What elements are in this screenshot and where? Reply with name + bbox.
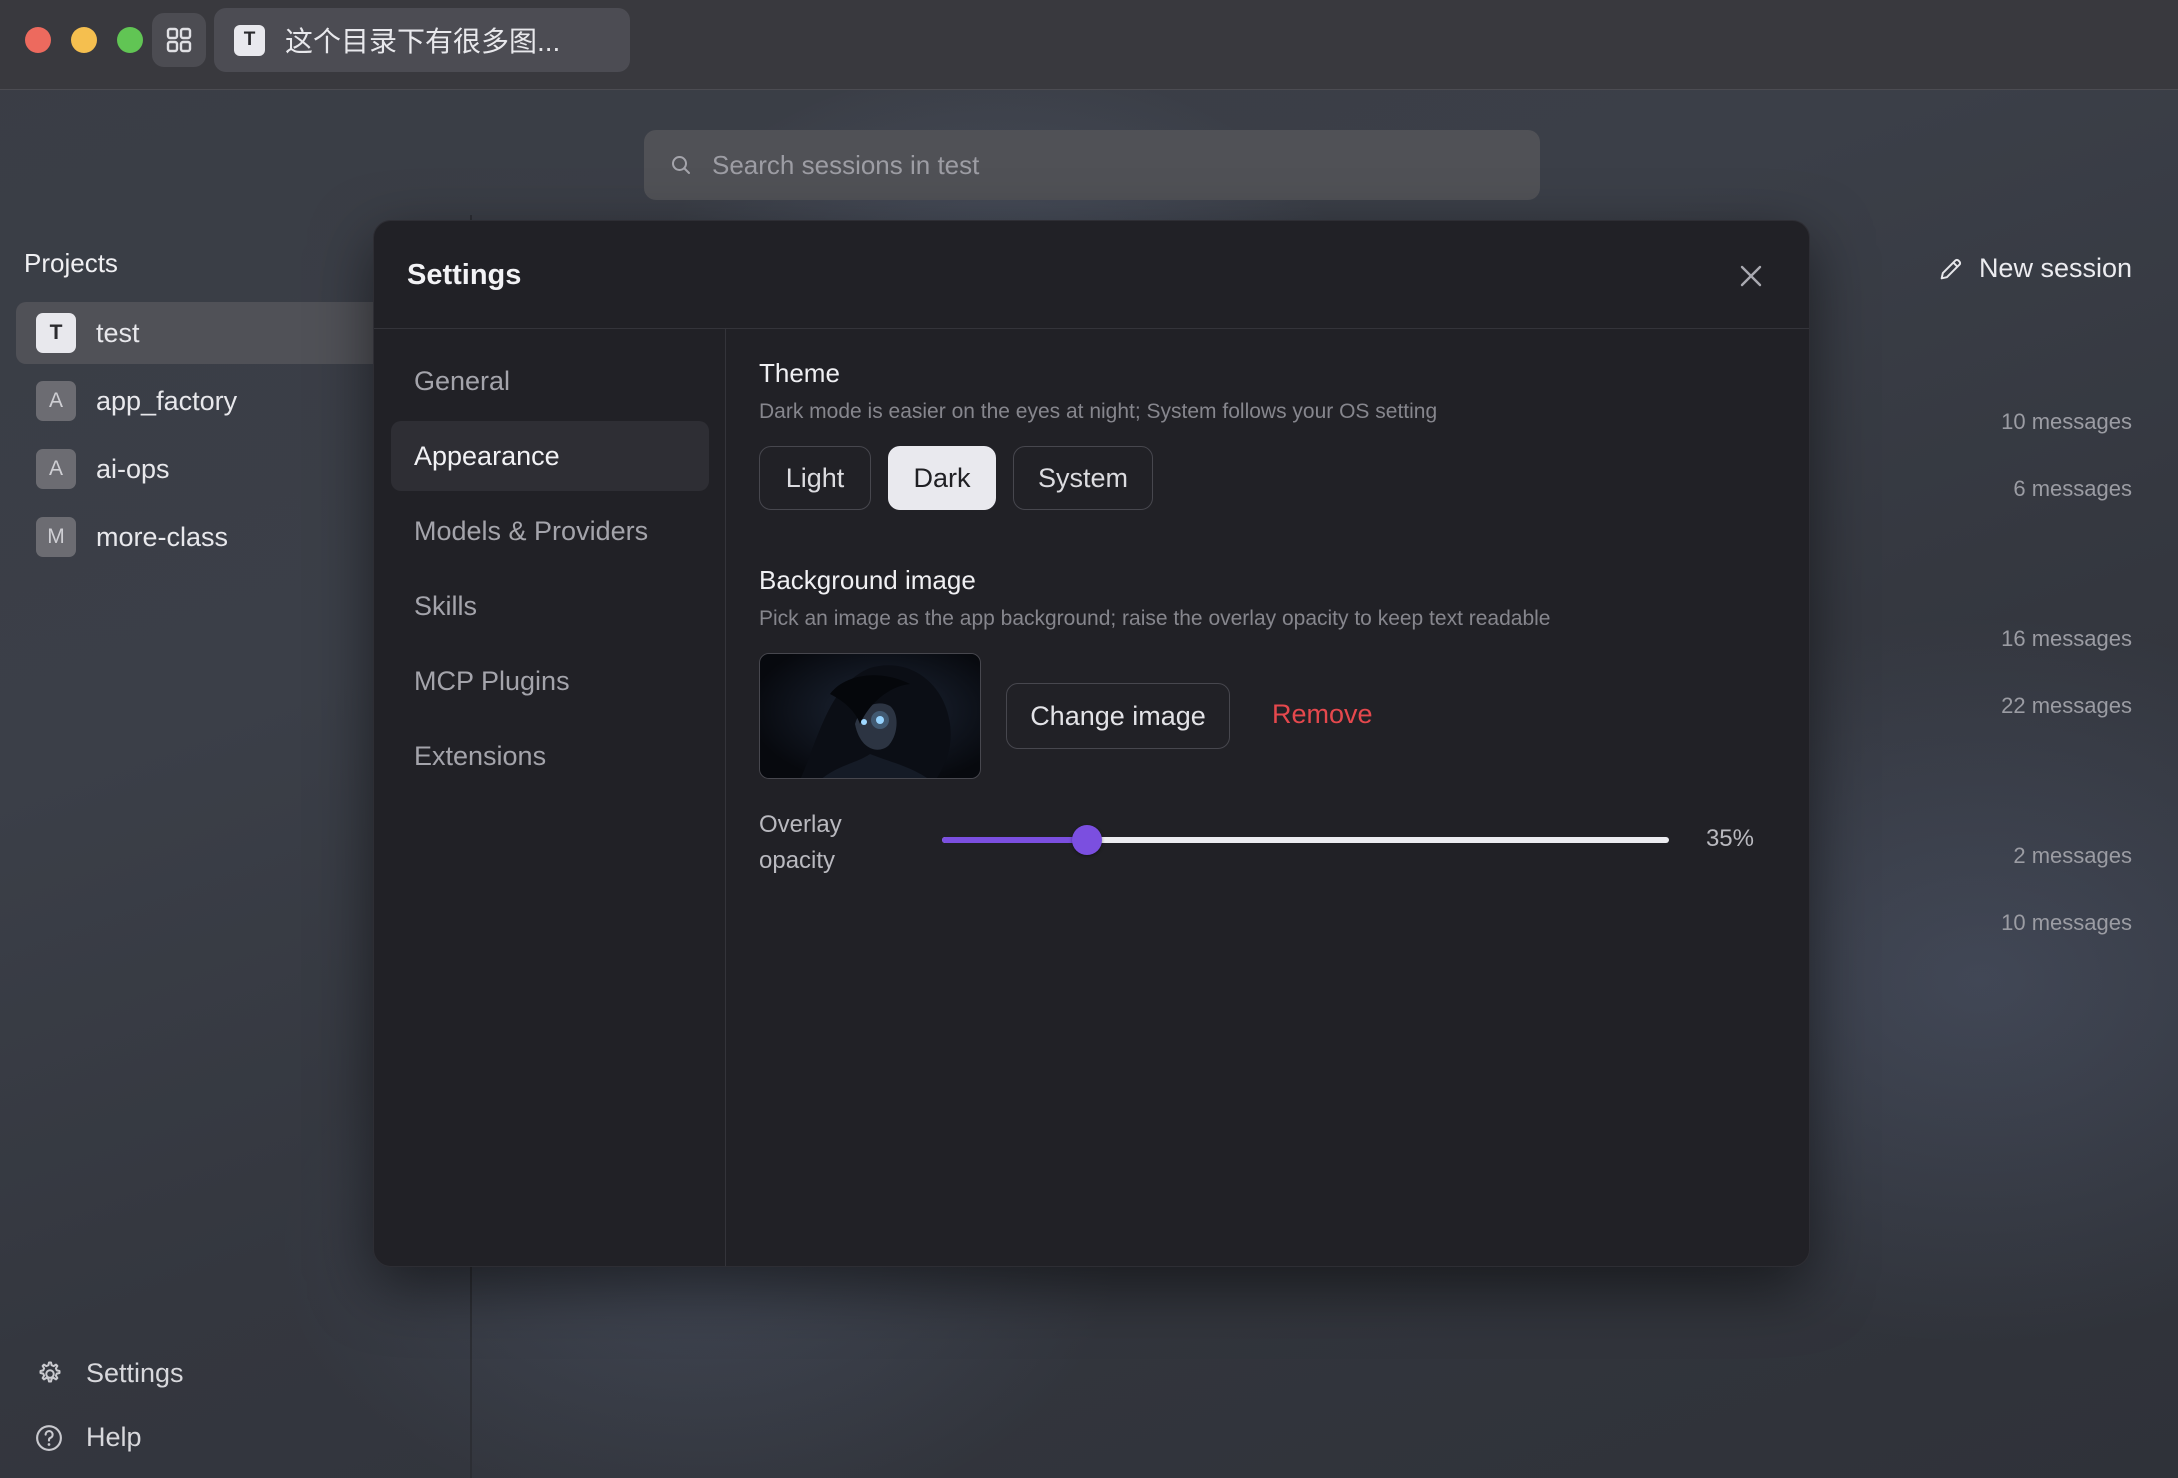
theme-dark-button[interactable]: Dark xyxy=(888,446,996,510)
project-label: test xyxy=(96,317,140,348)
new-session-label: New session xyxy=(1978,253,2132,283)
background-heading: Background image xyxy=(759,565,976,595)
minimize-window-button[interactable] xyxy=(71,27,97,53)
slider-fill xyxy=(942,837,1088,843)
project-label: app_factory xyxy=(96,385,238,416)
session-search-input[interactable]: Search sessions in test xyxy=(644,130,1540,200)
session-message-count: 2 messages xyxy=(2013,843,2132,868)
help-label: Help xyxy=(86,1422,142,1452)
header-divider xyxy=(374,328,1809,329)
new-session-button[interactable]: New session xyxy=(1937,253,2132,284)
theme-heading: Theme xyxy=(759,358,840,388)
background-thumbnail xyxy=(759,653,981,779)
project-label: more-class xyxy=(96,521,229,552)
overlay-opacity-label: Overlay opacity xyxy=(759,811,842,874)
session-message-count: 16 messages xyxy=(2001,626,2132,651)
change-image-button[interactable]: Change image xyxy=(1006,683,1230,749)
project-avatar: A xyxy=(36,449,76,489)
tab-title: 这个目录下有很多图... xyxy=(285,26,561,57)
project-item-ai-ops[interactable]: A ai-ops xyxy=(16,438,396,500)
slider-thumb[interactable] xyxy=(1072,825,1103,855)
session-message-count: 22 messages xyxy=(2001,693,2132,718)
session-tab[interactable]: T 这个目录下有很多图... xyxy=(214,8,630,72)
pencil-icon xyxy=(1940,258,1962,279)
remove-image-button[interactable]: Remove xyxy=(1272,699,1373,730)
settings-label: Settings xyxy=(86,1358,184,1388)
sidebar-help-button[interactable]: Help xyxy=(34,1422,142,1453)
settings-nav-extensions[interactable]: Extensions xyxy=(391,721,709,791)
settings-nav-general[interactable]: General xyxy=(391,346,709,416)
session-message-count: 6 messages xyxy=(2013,476,2132,501)
search-placeholder: Search sessions in test xyxy=(712,149,980,180)
session-message-count: 10 messages xyxy=(2001,409,2132,434)
settings-dialog: Settings General Appearance Models & Pro… xyxy=(373,220,1810,1267)
settings-nav-models-providers[interactable]: Models & Providers xyxy=(391,496,709,566)
gear-icon xyxy=(39,1361,61,1382)
zoom-window-button[interactable] xyxy=(117,27,143,53)
project-item-test[interactable]: T test xyxy=(16,302,396,364)
sidebar-settings-button[interactable]: Settings xyxy=(34,1358,184,1389)
project-label: ai-ops xyxy=(96,453,170,484)
grid-icon xyxy=(166,27,192,53)
theme-system-button[interactable]: System xyxy=(1013,446,1153,510)
settings-title: Settings xyxy=(407,259,522,291)
search-icon xyxy=(672,156,690,174)
settings-nav-mcp-plugins[interactable]: MCP Plugins xyxy=(391,646,709,716)
app-grid-button[interactable] xyxy=(152,13,206,67)
settings-nav-appearance[interactable]: Appearance xyxy=(391,421,709,491)
settings-nav-skills[interactable]: Skills xyxy=(391,571,709,641)
project-avatar: T xyxy=(36,313,76,353)
close-icon[interactable] xyxy=(1736,261,1766,291)
window-titlebar: T 这个目录下有很多图... xyxy=(0,0,2178,90)
help-icon xyxy=(36,1424,62,1451)
project-avatar: M xyxy=(36,517,76,557)
background-description: Pick an image as the app background; rai… xyxy=(759,607,1551,630)
project-item-more-class[interactable]: M more-class xyxy=(16,506,396,568)
overlay-opacity-value: 35% xyxy=(1705,825,1754,852)
nav-divider xyxy=(725,329,726,1266)
projects-heading: Projects xyxy=(24,248,118,278)
theme-description: Dark mode is easier on the eyes at night… xyxy=(759,400,1438,423)
close-window-button[interactable] xyxy=(25,27,51,53)
project-item-app-factory[interactable]: A app_factory xyxy=(16,370,396,432)
overlay-opacity-slider[interactable] xyxy=(942,825,1669,855)
project-avatar: A xyxy=(36,381,76,421)
session-message-count: 10 messages xyxy=(2001,910,2132,935)
tab-avatar: T xyxy=(234,24,265,56)
theme-light-button[interactable]: Light xyxy=(759,446,871,510)
